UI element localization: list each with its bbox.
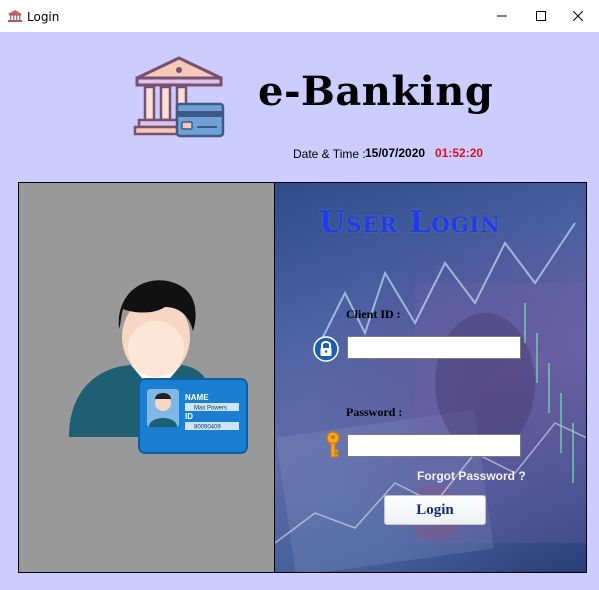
forgot-password-link[interactable]: Forgot Password ?: [417, 469, 526, 483]
minimize-icon: [497, 15, 507, 17]
user-login-heading: User Login: [319, 205, 501, 240]
client-id-label: Client ID :: [346, 307, 401, 321]
login-button[interactable]: Login: [384, 495, 486, 525]
card-name-value: Max Powers: [194, 406, 227, 412]
time-value: 01:52:20: [435, 146, 484, 160]
card-id-value: 80090409: [194, 425, 221, 431]
password-label: Password :: [346, 405, 403, 419]
close-icon: [573, 11, 583, 21]
password-input[interactable]: [347, 434, 521, 457]
card-id-label: ID: [185, 412, 193, 421]
card-name-label: NAME: [185, 393, 209, 402]
datetime-label: Date & Time :: [293, 147, 366, 161]
client-id-input[interactable]: [347, 336, 521, 359]
user-id-card-icon: NAME Max Powers ID 80090409: [69, 280, 248, 454]
window-title: Login: [27, 10, 60, 24]
maximize-icon: [536, 11, 546, 21]
close-button[interactable]: [557, 0, 599, 32]
lock-icon: [313, 336, 339, 362]
login-form: e-Banking Date & Time : 15/07/2020 01:52…: [0, 32, 599, 590]
bank-app-icon: [8, 10, 22, 22]
bank-card-icon: [133, 56, 225, 138]
date-value: 15/07/2020: [365, 146, 426, 160]
key-icon: [326, 431, 340, 458]
avatar-panel: NAME Max Powers ID 80090409: [18, 182, 275, 573]
brand-title: e-Banking: [258, 68, 494, 115]
title-bar: Login: [0, 0, 599, 32]
login-panel: User Login Client ID : Password : Forgot…: [275, 182, 587, 573]
